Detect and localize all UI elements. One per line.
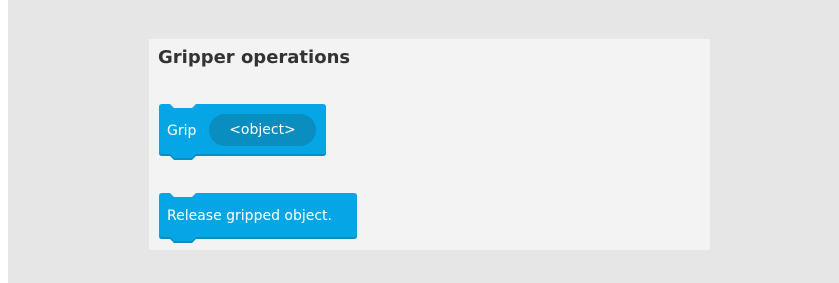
panel-title: Gripper operations	[158, 47, 351, 68]
release-label: Release gripped object.	[167, 208, 332, 224]
grip-block[interactable]: Grip <object>	[158, 104, 327, 160]
object-parameter-placeholder: <object>	[229, 122, 296, 138]
object-parameter-slot[interactable]: <object>	[209, 114, 316, 146]
grip-label: Grip	[167, 123, 197, 139]
release-gripped-object-block[interactable]: Release gripped object.	[158, 193, 358, 243]
